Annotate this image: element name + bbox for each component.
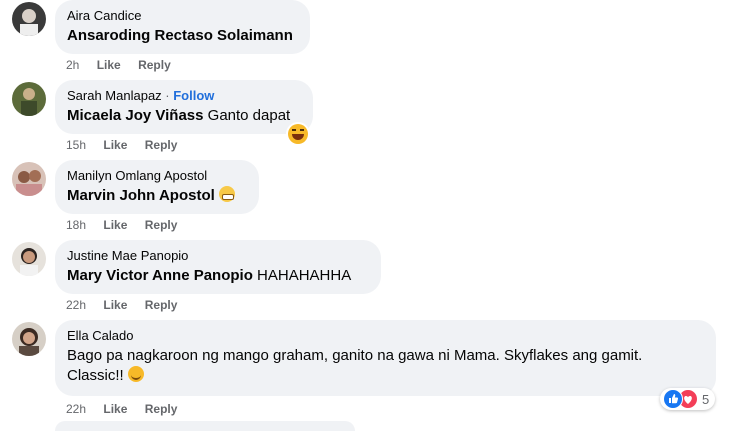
comment-author[interactable]: Ella Calado: [67, 328, 704, 344]
reply-button[interactable]: Reply: [145, 402, 178, 416]
comment-text: HAHAHAHHA: [252, 267, 352, 284]
comment-bubble: Sarah Manlapaz · Follow Micaela Joy Viña…: [55, 80, 313, 134]
reply-button[interactable]: Reply: [145, 218, 178, 232]
mentioned-user[interactable]: Mary Victor Anne Panopio: [67, 267, 253, 284]
comment-author[interactable]: Manilyn Omlang Apostol: [67, 168, 247, 184]
avatar[interactable]: [12, 322, 46, 356]
reply-button[interactable]: Reply: [145, 138, 178, 152]
comment-actions: 2h Like Reply: [66, 58, 185, 72]
comment-actions: 22h Like Reply: [66, 298, 191, 312]
comment-bubble: Justine Mae Panopio Mary Victor Anne Pan…: [55, 240, 381, 294]
like-button[interactable]: Like: [103, 138, 127, 152]
comment-bubble: Ella Calado Bago pa nagkaroon ng mango g…: [55, 320, 716, 396]
comment-time[interactable]: 15h: [66, 138, 86, 152]
comment-author[interactable]: Aira Candice: [67, 8, 298, 24]
grimace-emoji-icon: [218, 186, 235, 202]
comment-time[interactable]: 22h: [66, 298, 86, 312]
like-button[interactable]: Like: [97, 58, 121, 72]
mentioned-user[interactable]: Micaela Joy Viñass: [67, 107, 203, 124]
comment-bubble: Manilyn Omlang Apostol Marvin John Apost…: [55, 160, 259, 214]
comment-text: Bago pa nagkaroon ng mango graham, ganit…: [67, 347, 643, 364]
follow-button[interactable]: Follow: [173, 88, 214, 103]
mentioned-user[interactable]: Marvin John Apostol: [67, 187, 215, 204]
comment-author[interactable]: Justine Mae Panopio: [67, 248, 369, 264]
like-button[interactable]: Like: [103, 402, 127, 416]
like-button[interactable]: Like: [103, 298, 127, 312]
like-reaction-icon: [663, 389, 683, 409]
mentioned-user[interactable]: Ansaroding Rectaso Solaimann: [67, 27, 293, 44]
comment-text-continued: Classic!!: [67, 367, 124, 384]
comment-author[interactable]: Sarah Manlapaz: [67, 88, 162, 103]
reaction-summary[interactable]: 5: [660, 388, 716, 410]
comment-actions: 22h Like Reply: [66, 402, 191, 416]
avatar[interactable]: [12, 2, 46, 36]
reply-button[interactable]: Reply: [145, 298, 178, 312]
separator: ·: [161, 88, 174, 103]
avatar[interactable]: [12, 162, 46, 196]
comment-actions: 15h Like Reply: [66, 138, 191, 152]
reply-button[interactable]: Reply: [138, 58, 171, 72]
comment-bubble-partial: [55, 421, 355, 431]
avatar[interactable]: [12, 242, 46, 276]
reaction-count: 5: [702, 391, 710, 407]
comment-time[interactable]: 18h: [66, 218, 86, 232]
comment-text: Ganto dapat: [203, 107, 291, 124]
laughing-emoji-icon: [288, 124, 308, 144]
comment-actions: 18h Like Reply: [66, 218, 191, 232]
comment-bubble: Aira Candice Ansaroding Rectaso Solaiman…: [55, 0, 310, 54]
comment-time[interactable]: 2h: [66, 58, 79, 72]
smile-emoji-icon: [127, 366, 144, 382]
avatar[interactable]: [12, 82, 46, 116]
like-button[interactable]: Like: [103, 218, 127, 232]
comment-time[interactable]: 22h: [66, 402, 86, 416]
